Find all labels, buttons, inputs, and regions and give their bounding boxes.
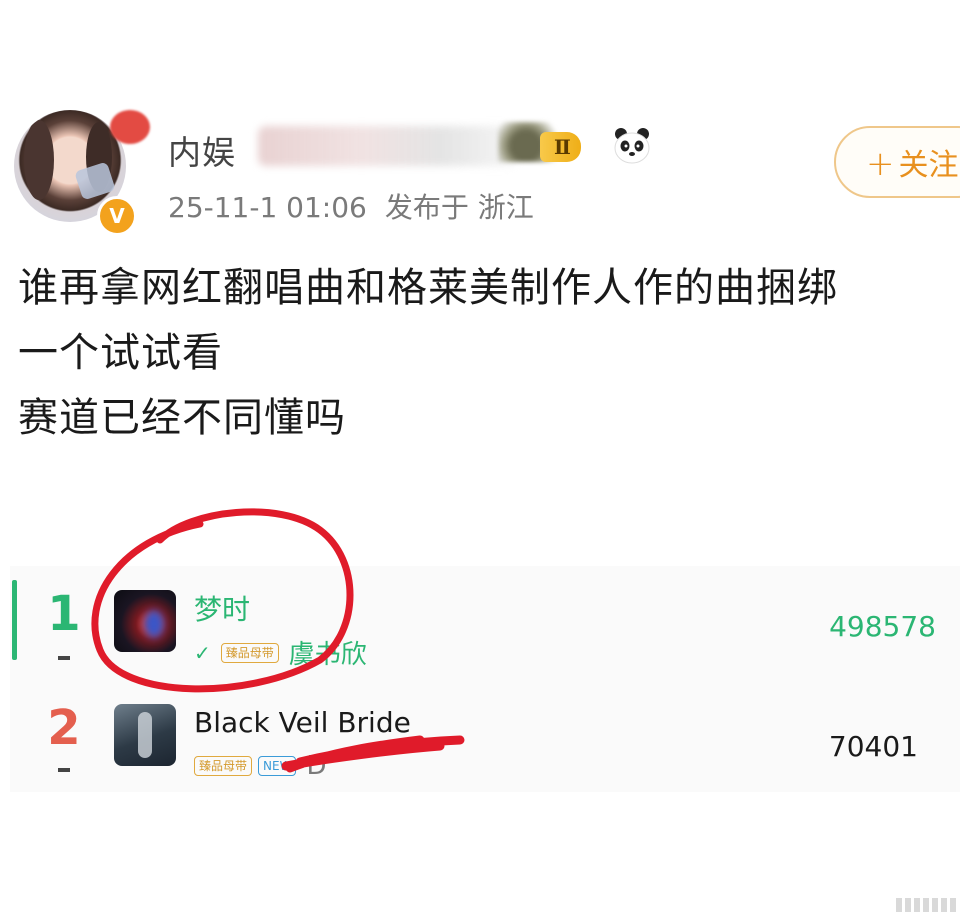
post-meta: 25-11-1 01:06 发布于 浙江 xyxy=(168,186,534,226)
play-count: 498578 xyxy=(829,610,936,643)
panda-icon xyxy=(614,128,650,164)
rank-number: 1 xyxy=(47,586,81,642)
artist-name[interactable]: 虞书欣 xyxy=(289,640,367,670)
plus-icon: + xyxy=(866,144,895,184)
username-redaction xyxy=(258,126,518,166)
post-text-line: 一个试试看 xyxy=(18,330,223,376)
avatar-decoration xyxy=(110,110,150,144)
username[interactable]: 内娱 xyxy=(168,126,236,174)
rank-change-indicator xyxy=(58,768,70,772)
post-text-line: 赛道已经不同懂吗 xyxy=(18,395,346,441)
post-text: 谁再拿网红翻唱曲和格莱美制作人作的曲捆绑 一个试试看 赛道已经不同懂吗 xyxy=(18,256,958,451)
song-title[interactable]: Black Veil Bride xyxy=(194,706,411,739)
rank-number: 2 xyxy=(47,700,81,756)
new-tag: NEW xyxy=(258,755,297,776)
artist-name[interactable]: D xyxy=(306,751,326,781)
rank-change-indicator xyxy=(58,656,70,660)
watermark xyxy=(896,898,956,912)
ranking-card: 1 梦时 ✓ 臻品母带 虞书欣 498578 2 Black Veil Bride … xyxy=(10,566,960,792)
ranking-row[interactable]: 1 梦时 ✓ 臻品母带 虞书欣 498578 xyxy=(10,576,960,686)
timestamp: 25-11-1 01:06 xyxy=(168,191,367,224)
quality-tag: 臻品母带 xyxy=(220,642,279,663)
song-tags: ✓ 臻品母带 虞书欣 xyxy=(194,634,367,671)
album-cover[interactable] xyxy=(114,704,176,766)
song-title[interactable]: 梦时 xyxy=(194,588,250,628)
album-cover[interactable] xyxy=(114,590,176,652)
check-icon: ✓ xyxy=(194,640,211,665)
vip-icon: V xyxy=(97,196,137,236)
current-indicator xyxy=(12,580,17,660)
play-count: 70401 xyxy=(828,730,918,763)
follow-label: 关注 xyxy=(898,148,959,183)
post-text-line: 谁再拿网红翻唱曲和格莱美制作人作的曲捆绑 xyxy=(18,265,838,311)
ranking-row[interactable]: 2 Black Veil Bride 臻品母带 NEW D 70401 xyxy=(10,686,960,796)
level-icon: Ⅱ xyxy=(540,132,581,162)
location: 发布于 浙江 xyxy=(384,191,534,224)
quality-tag: 臻品母带 xyxy=(194,755,253,776)
follow-button[interactable]: + 关注 xyxy=(834,126,960,198)
song-tags: 臻品母带 NEW D xyxy=(194,750,326,781)
